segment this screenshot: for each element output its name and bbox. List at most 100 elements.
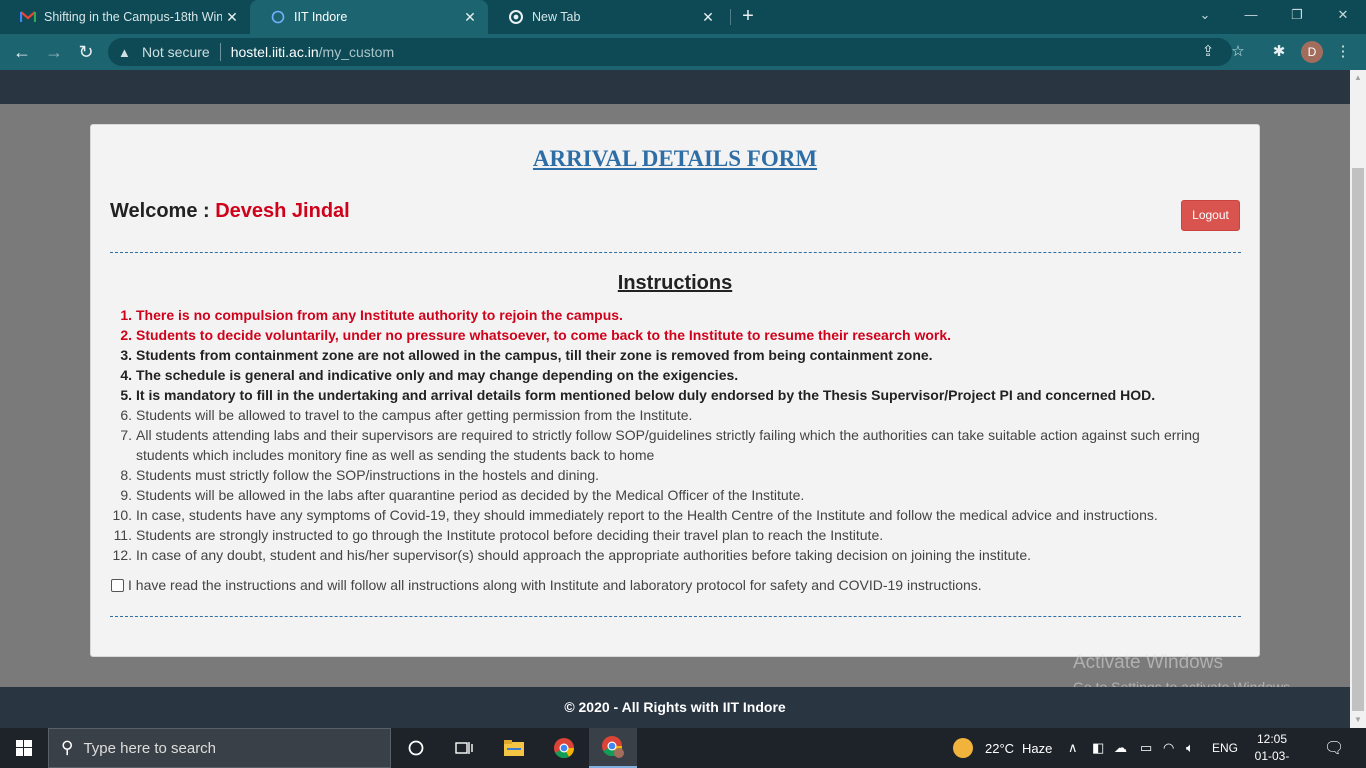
- clock-time: 12:05: [1256, 732, 1288, 746]
- instruction-number: 11.: [113, 527, 132, 543]
- close-icon[interactable]: ✕: [222, 9, 242, 26]
- extensions-puzzle-icon[interactable]: ✱: [1267, 40, 1291, 64]
- battery-icon[interactable]: ▭: [1140, 728, 1152, 768]
- instruction-text: Students from containment zone are not a…: [136, 347, 933, 363]
- file-explorer-icon[interactable]: [490, 728, 538, 768]
- minimize-button[interactable]: —: [1228, 0, 1274, 30]
- instruction-text: All students attending labs and their su…: [136, 427, 1200, 463]
- new-tab-button[interactable]: +: [737, 5, 759, 29]
- share-icon[interactable]: ⇪: [1198, 38, 1218, 66]
- instruction-number: 6.: [120, 407, 132, 423]
- tab-new-tab[interactable]: New Tab ✕: [488, 0, 726, 34]
- chrome-taskbar-icon[interactable]: [540, 728, 588, 768]
- tab-title: New Tab: [532, 10, 581, 24]
- onedrive-cloud-icon[interactable]: ☁: [1114, 728, 1127, 768]
- menu-kebab-icon[interactable]: ⋮: [1331, 40, 1355, 64]
- close-icon[interactable]: ✕: [698, 9, 718, 26]
- security-label[interactable]: Not secure: [142, 44, 210, 60]
- instruction-number: 10.: [112, 507, 132, 523]
- tab-search-chevron-icon[interactable]: ⌄: [1182, 0, 1228, 30]
- weather-desc: Haze: [1022, 740, 1053, 756]
- url-path: /my_custom: [318, 44, 395, 60]
- instruction-number: 8.: [120, 467, 132, 483]
- meet-now-icon[interactable]: ◧: [1092, 728, 1104, 768]
- notification-center-icon[interactable]: 🗨︎: [1324, 728, 1344, 768]
- instruction-item: 11. Students are strongly instructed to g…: [111, 525, 1221, 545]
- wifi-icon[interactable]: ◠: [1163, 728, 1174, 768]
- page-viewport: ARRIVAL DETAILS FORM Welcome : Devesh Ji…: [0, 70, 1350, 728]
- instruction-number: 4.: [120, 367, 132, 383]
- back-arrow-icon[interactable]: ←: [10, 40, 34, 64]
- instruction-item: 4. The schedule is general and indicative…: [111, 365, 1221, 385]
- forward-arrow-icon[interactable]: →: [42, 40, 66, 64]
- arrival-form-card: ARRIVAL DETAILS FORM Welcome : Devesh Ji…: [90, 124, 1260, 657]
- instruction-item: 7. All students attending labs and their …: [111, 425, 1221, 465]
- windows-logo-icon: [16, 740, 32, 756]
- instruction-text: Students to decide voluntarily, under no…: [136, 327, 952, 343]
- instruction-item: 2. Students to decide voluntarily, under …: [111, 325, 1221, 345]
- scroll-down-arrow-icon[interactable]: ▼: [1350, 712, 1366, 728]
- address-bar[interactable]: ▲ Not secure hostel.iiti.ac.in /my_custo…: [108, 38, 1245, 66]
- page-scrollbar[interactable]: ▲ ▼: [1350, 70, 1366, 728]
- weather-temp: 22°C: [985, 740, 1015, 756]
- instructions-list: 1. There is no compulsion from any Instit…: [111, 305, 1221, 565]
- omnibox-divider: [219, 43, 221, 61]
- taskbar-search-box[interactable]: ⚲ Type here to search: [48, 728, 391, 768]
- instruction-text: Students must strictly follow the SOP/in…: [136, 467, 600, 483]
- tab-title: Shifting in the Campus-18th Win: [44, 10, 222, 24]
- tab-gmail[interactable]: Shifting in the Campus-18th Win ✕: [0, 0, 250, 34]
- watermark-title: Activate Windows: [1073, 652, 1223, 673]
- weather-widget[interactable]: 22°C Haze: [953, 728, 1052, 768]
- instruction-text: It is mandatory to fill in the undertaki…: [136, 387, 1156, 403]
- scrollbar-thumb[interactable]: [1352, 168, 1364, 711]
- instruction-item: 1. There is no compulsion from any Instit…: [111, 305, 1221, 325]
- instruction-text: Students will be allowed to travel to th…: [136, 407, 693, 423]
- bookmark-star-icon[interactable]: ☆: [1228, 38, 1248, 66]
- window-close-button[interactable]: ✕: [1320, 0, 1366, 30]
- search-placeholder: Type here to search: [83, 739, 217, 757]
- chrome-profile-taskbar-icon[interactable]: [589, 728, 637, 768]
- user-name: Devesh Jindal: [215, 200, 350, 222]
- instruction-text: Students are strongly instructed to go t…: [136, 527, 884, 543]
- tray-overflow-chevron-icon[interactable]: ∧: [1068, 728, 1078, 768]
- windows-start-button[interactable]: [0, 728, 48, 768]
- agree-checkbox-row[interactable]: I have read the instructions and will fo…: [111, 577, 982, 593]
- clock-date: 01-03-2022: [1254, 749, 1290, 768]
- instruction-item: 10. In case, students have any symptoms o…: [111, 505, 1221, 525]
- browser-tab-strip: Shifting in the Campus-18th Win ✕ IIT In…: [0, 0, 1366, 34]
- instruction-item: 9. Students will be allowed in the labs a…: [111, 485, 1221, 505]
- browser-toolbar: ← → ↻ ▲ Not secure hostel.iiti.ac.in /my…: [0, 34, 1366, 70]
- profile-avatar[interactable]: D: [1301, 41, 1323, 63]
- divider: [110, 616, 1241, 617]
- instruction-number: 12.: [112, 547, 132, 563]
- task-view-icon[interactable]: [440, 728, 488, 768]
- reload-icon[interactable]: ↻: [74, 40, 98, 64]
- instruction-number: 5.: [120, 387, 132, 403]
- close-icon[interactable]: ✕: [460, 9, 480, 26]
- haze-weather-icon: [953, 738, 973, 758]
- welcome-text: Welcome : Devesh Jindal: [110, 200, 350, 223]
- restore-button[interactable]: ❐: [1274, 0, 1320, 30]
- tab-iit-indore[interactable]: IIT Indore ✕: [250, 0, 488, 34]
- volume-icon[interactable]: 🔈︎: [1186, 728, 1194, 768]
- instruction-item: 3. Students from containment zone are not…: [111, 345, 1221, 365]
- scroll-up-arrow-icon[interactable]: ▲: [1350, 70, 1366, 86]
- instruction-item: 12. In case of any doubt, student and his…: [111, 545, 1221, 565]
- taskbar-clock[interactable]: 12:05 01-03-2022: [1242, 731, 1302, 768]
- instruction-text: The schedule is general and indicative o…: [136, 367, 739, 383]
- instruction-item: 6. Students will be allowed to travel to …: [111, 405, 1221, 425]
- instruction-number: 3.: [120, 347, 132, 363]
- site-footer: © 2020 - All Rights with IIT Indore: [0, 687, 1350, 728]
- agree-checkbox[interactable]: [111, 578, 124, 592]
- logout-button[interactable]: Logout: [1181, 200, 1240, 231]
- instruction-text: There is no compulsion from any Institut…: [136, 307, 623, 323]
- instruction-item: 5. It is mandatory to fill in the underta…: [111, 385, 1221, 405]
- instruction-text: In case of any doubt, student and his/he…: [136, 547, 1032, 563]
- cortana-circle-icon[interactable]: [392, 728, 440, 768]
- instruction-number: 9.: [120, 487, 132, 503]
- instruction-text: In case, students have any symptoms of C…: [136, 507, 1158, 523]
- warning-triangle-icon[interactable]: ▲: [118, 45, 134, 60]
- agree-label[interactable]: I have read the instructions and will fo…: [128, 577, 982, 593]
- language-indicator[interactable]: ENG: [1212, 728, 1238, 768]
- instruction-number: 7.: [120, 427, 132, 443]
